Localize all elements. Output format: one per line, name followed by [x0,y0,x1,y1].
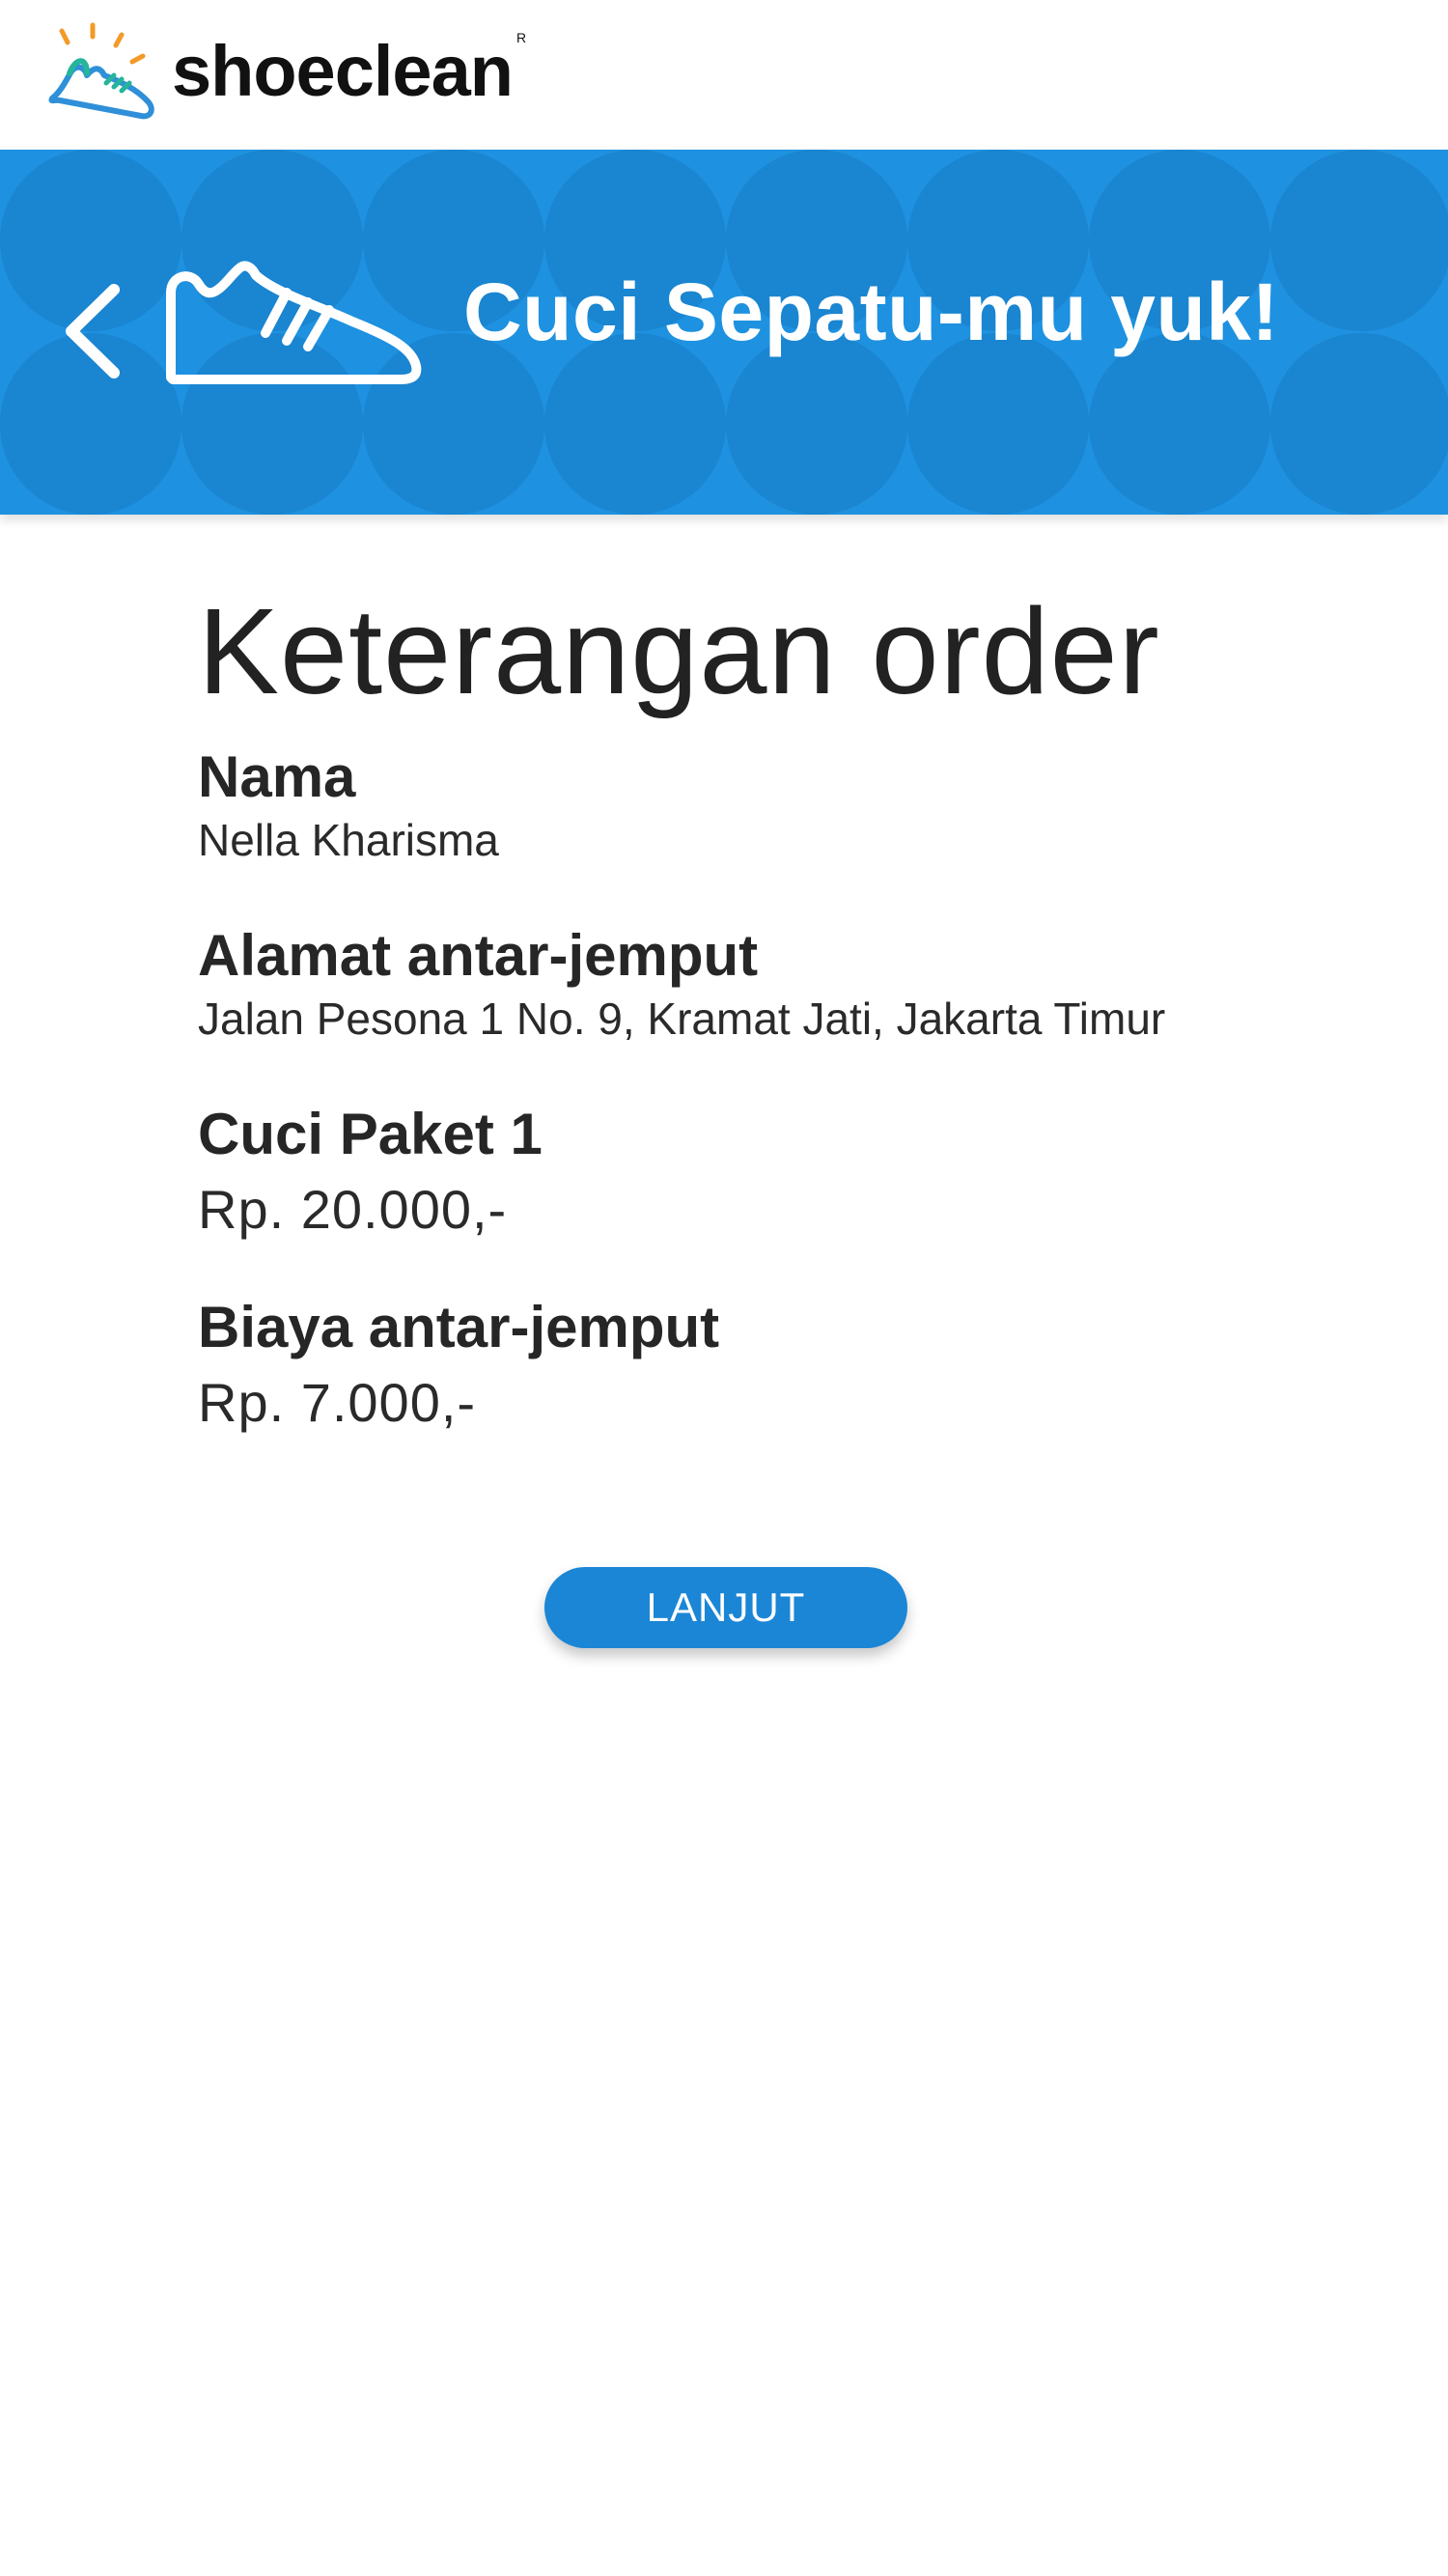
field-value: Jalan Pesona 1 No. 9, Kramat Jati, Jakar… [198,994,1166,1044]
page-title: Keterangan order [198,583,1160,719]
field-value: Rp. 20.000,- [198,1179,508,1240]
field-address: Alamat antar-jemput Jalan Pesona 1 No. 9… [198,922,1165,1048]
order-details: Keterangan order Nama Nella Kharisma Ala… [198,579,1356,1433]
field-value: Rp. 7.000,- [198,1372,477,1433]
app-bar: shoeclean R [0,0,1448,150]
chevron-left-icon[interactable] [58,278,129,384]
header-banner: Cuci Sepatu-mu yuk! [0,150,1448,515]
brand-name: shoeclean [172,30,514,111]
banner-title: Cuci Sepatu-mu yuk! [463,266,1279,357]
field-label: Alamat antar-jemput [198,923,759,988]
field-name: Nama Nella Kharisma [198,743,499,869]
brand-logo[interactable]: shoeclean R [42,19,526,126]
field-label: Nama [198,744,356,809]
field-delivery-fee: Biaya antar-jemput Rp. 7.000,- [198,1294,719,1437]
field-package: Cuci Paket 1 Rp. 20.000,- [198,1101,543,1244]
registered-mark: R [515,30,527,45]
field-label: Cuci Paket 1 [198,1102,543,1166]
sneaker-icon [166,261,422,384]
field-value: Nella Kharisma [198,815,499,865]
field-label: Biaya antar-jemput [198,1295,720,1359]
sparkling-shoe-logo-icon [48,22,154,120]
continue-button[interactable]: LANJUT [544,1567,907,1648]
